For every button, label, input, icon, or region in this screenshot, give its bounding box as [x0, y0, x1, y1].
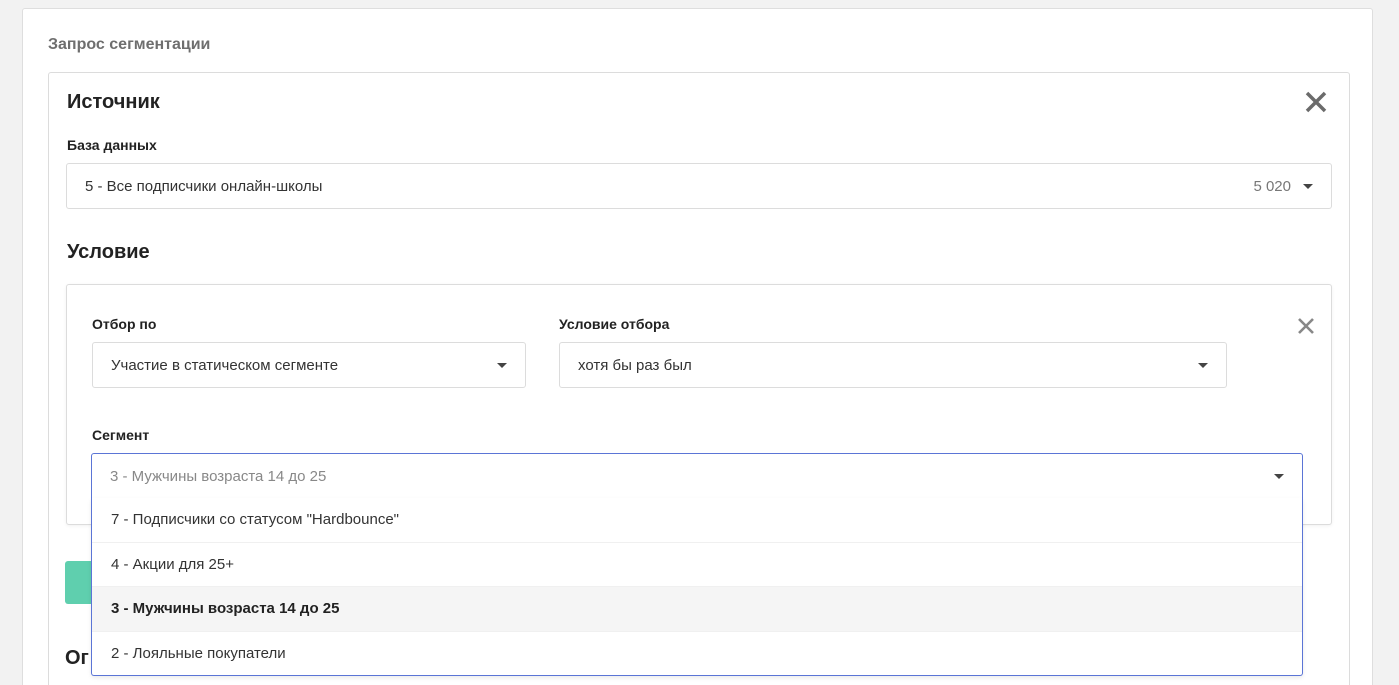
filter-rule-value: хотя бы раз был — [578, 356, 692, 374]
segment-label: Сегмент — [92, 427, 150, 443]
source-title: Источник — [67, 91, 160, 113]
filter-rule-select[interactable]: хотя бы раз был — [559, 342, 1227, 388]
segment-option[interactable]: 7 - Подписчики со статусом "Hardbounce" — [92, 498, 1302, 543]
segment-select-value: 3 - Мужчины возраста 14 до 25 — [110, 467, 327, 485]
database-count: 5 020 — [1253, 177, 1291, 195]
segment-option[interactable]: 4 - Акции для 25+ — [92, 543, 1302, 587]
segment-dropdown-list: 7 - Подписчики со статусом "Hardbounce" … — [91, 498, 1303, 676]
database-select-value: 5 - Все подписчики онлайн-школы — [85, 177, 323, 195]
close-icon[interactable] — [1303, 89, 1329, 115]
filter-rule-label: Условие отбора — [559, 316, 670, 332]
filter-by-select[interactable]: Участие в статическом сегменте — [92, 342, 526, 388]
condition-title: Условие — [67, 241, 150, 263]
filter-by-label: Отбор по — [92, 316, 157, 332]
chevron-down-icon — [1198, 362, 1208, 368]
chevron-down-icon — [497, 362, 507, 368]
segment-option[interactable]: 2 - Лояльные покупатели — [92, 632, 1302, 677]
chevron-down-icon — [1274, 473, 1284, 479]
next-section-title: Ог — [65, 647, 89, 669]
remove-condition-icon[interactable] — [1297, 317, 1315, 335]
filter-by-value: Участие в статическом сегменте — [111, 356, 339, 374]
segment-select[interactable]: 3 - Мужчины возраста 14 до 25 — [91, 453, 1303, 499]
database-label: База данных — [67, 137, 157, 153]
database-select[interactable]: 5 - Все подписчики онлайн-школы 5 020 — [66, 163, 1332, 209]
section-title: Запрос сегментации — [48, 36, 211, 53]
chevron-down-icon — [1303, 183, 1313, 189]
segment-option-selected[interactable]: 3 - Мужчины возраста 14 до 25 — [92, 587, 1302, 632]
